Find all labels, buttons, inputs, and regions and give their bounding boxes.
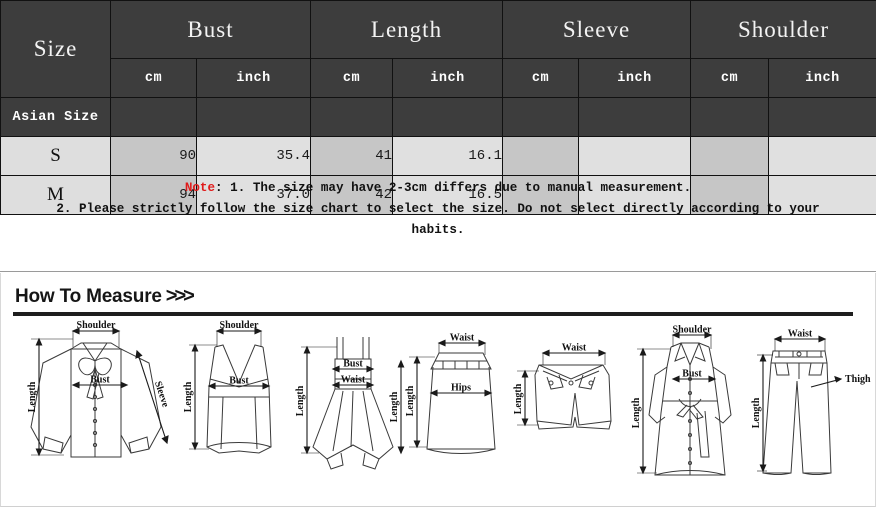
- camisole-illustration: Shoulder Bust Length: [183, 320, 272, 454]
- label-waist: Waist: [450, 333, 475, 344]
- spacer-cell: [768, 97, 876, 137]
- measurement-diagrams: Shoulder Bust Length Sleeve Shoulder Bus…: [1, 317, 876, 503]
- how-to-measure-section: How To Measure >>> Shoulder Bust Length …: [0, 273, 876, 507]
- label-length: Length: [751, 397, 762, 428]
- cell-sleeve-cm-s: [502, 136, 579, 176]
- label-length: Length: [183, 381, 194, 412]
- note-line-3: habits.: [411, 223, 465, 237]
- spacer-cell: [578, 97, 691, 137]
- strap-dress-illustration: Bust Waist Length Length: [295, 337, 405, 470]
- unit-header-sleeve-inch: inch: [578, 58, 691, 98]
- group-header-sleeve: Sleeve: [502, 0, 691, 59]
- label-waist: Waist: [788, 329, 813, 340]
- label-bust: Bust: [682, 369, 702, 380]
- note-line-2: 2. Please strictly follow the size chart…: [56, 202, 820, 216]
- label-shoulder: Shoulder: [673, 325, 712, 336]
- skirt-illustration: Waist Hips Length: [405, 333, 496, 454]
- diagram-camisole-top: Shoulder Bust Length: [179, 317, 299, 482]
- unit-header-length-cm: cm: [310, 58, 393, 98]
- how-to-measure-title-text: How To Measure: [15, 286, 162, 307]
- cell-shoulder-cm-s: [690, 136, 769, 176]
- spacer-cell: [310, 97, 393, 137]
- group-header-shoulder: Shoulder: [690, 0, 876, 59]
- note-line-1: Note: 1. The size may have 2-3cm differs…: [0, 178, 876, 199]
- spacer-cell: [392, 97, 503, 137]
- label-waist: Waist: [341, 375, 366, 386]
- label-waist: Waist: [562, 343, 587, 354]
- diagram-skirt: Waist Hips Length: [405, 317, 517, 482]
- label-bust: Bust: [229, 376, 249, 387]
- unit-header-bust-cm: cm: [110, 58, 197, 98]
- size-chart-page: Size Bust Length Sleeve Shoulder cm inch…: [0, 0, 876, 507]
- pants-illustration: Waist Thigh Length: [751, 329, 871, 475]
- bow-blouse-illustration: Shoulder Bust Length Sleeve: [27, 320, 171, 458]
- how-to-measure-title: How To Measure >>>: [15, 285, 195, 308]
- cell-length-cm-s: 41: [310, 136, 393, 176]
- cell-size-s: S: [0, 136, 111, 176]
- label-length: Length: [27, 381, 38, 412]
- trench-coat-illustration: Shoulder Bust Length: [631, 325, 732, 476]
- chevron-right-icon: >>>: [165, 285, 195, 307]
- shorts-illustration: Waist Length: [513, 343, 612, 430]
- table-row: S 90 35.4 41 16.1: [0, 136, 876, 176]
- cell-sleeve-inch-s: [578, 136, 691, 176]
- spacer-cell: [196, 97, 311, 137]
- cell-bust-cm-s: 90: [110, 136, 197, 176]
- note-line-1-text: : 1. The size may have 2-3cm differs due…: [215, 181, 692, 195]
- spacer-cell: [502, 97, 579, 137]
- label-length: Length: [513, 383, 524, 414]
- group-header-length: Length: [310, 0, 503, 59]
- diagram-pants: Waist Thigh Length: [749, 317, 873, 489]
- unit-header-shoulder-cm: cm: [690, 58, 769, 98]
- spacer-cell: [110, 97, 197, 137]
- label-shoulder: Shoulder: [220, 320, 259, 331]
- group-header-size: Size: [0, 0, 111, 98]
- spacer-cell: [690, 97, 769, 137]
- title-underline: [13, 312, 853, 316]
- label-hips: Hips: [451, 383, 471, 394]
- label-length: Length: [405, 385, 416, 416]
- group-header-bust: Bust: [110, 0, 311, 59]
- diagram-shorts: Waist Length: [509, 317, 633, 482]
- cell-shoulder-inch-s: [768, 136, 876, 176]
- asian-size-label: Asian Size: [0, 97, 111, 137]
- label-bust: Bust: [343, 359, 363, 370]
- diagram-trench-coat: Shoulder Bust Length: [627, 317, 753, 489]
- unit-header-shoulder-inch: inch: [768, 58, 876, 98]
- cell-bust-inch-s: 35.4: [196, 136, 311, 176]
- unit-header-bust-inch: inch: [196, 58, 311, 98]
- note-label: Note: [184, 181, 216, 195]
- table-row: Asian Size: [0, 97, 876, 137]
- section-divider: [0, 271, 876, 272]
- label-thigh: Thigh: [845, 374, 871, 385]
- label-length-right: Length: [389, 391, 400, 422]
- diagram-strap-dress: Bust Waist Length Length: [293, 317, 411, 482]
- table-group-header-row: Size Bust Length Sleeve Shoulder: [0, 0, 876, 98]
- unit-header-length-inch: inch: [392, 58, 503, 98]
- cell-length-inch-s: 16.1: [392, 136, 503, 176]
- table-unit-header-row: cm inch cm inch cm inch cm inch: [1, 58, 876, 98]
- label-length: Length: [295, 385, 306, 416]
- label-length: Length: [631, 397, 642, 428]
- unit-header-sleeve-cm: cm: [502, 58, 579, 98]
- measurement-note: Note: 1. The size may have 2-3cm differs…: [0, 178, 876, 241]
- diagram-bow-blouse: Shoulder Bust Length Sleeve: [9, 317, 179, 482]
- label-shoulder: Shoulder: [77, 320, 116, 331]
- label-bust: Bust: [90, 375, 110, 386]
